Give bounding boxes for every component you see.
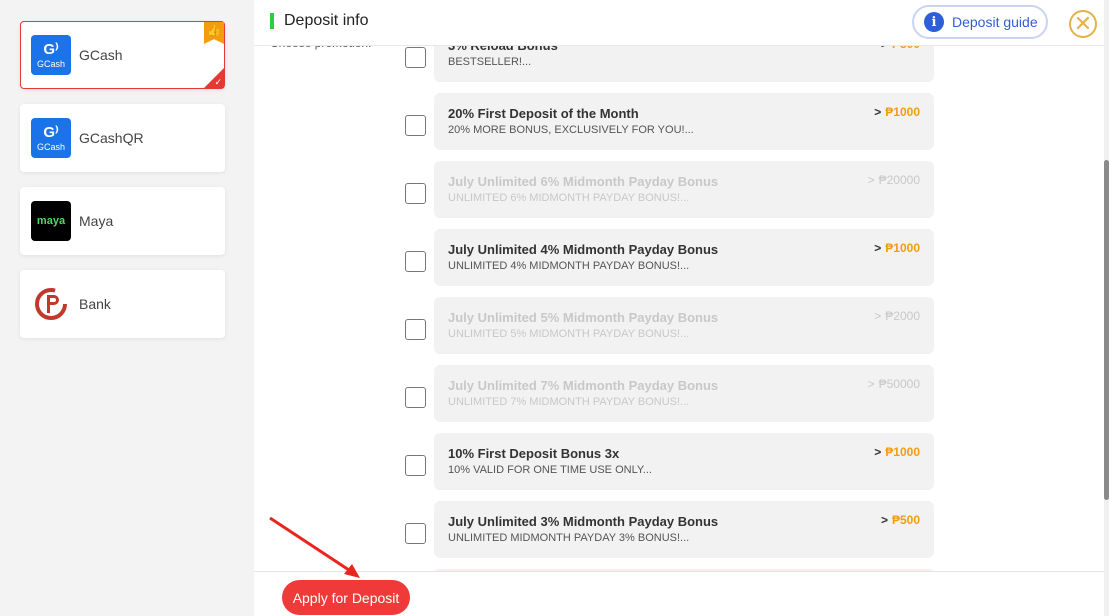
promo-subtitle: 10% VALID FOR ONE TIME USE ONLY... [448, 464, 652, 476]
scrollbar-thumb[interactable] [1104, 160, 1109, 500]
promo-subtitle: UNLIMITED 7% MIDMONTH PAYDAY BONUS!... [448, 396, 690, 408]
promo-subtitle: UNLIMITED 4% MIDMONTH PAYDAY BONUS!... [448, 260, 690, 272]
promo-min-amount: > ₱2000 [874, 309, 920, 323]
promo-checkbox[interactable] [405, 523, 426, 544]
bank-logo-icon [31, 284, 71, 324]
promo-subtitle: 20% MORE BONUS, EXCLUSIVELY FOR YOU!... [448, 124, 694, 136]
scrollbar[interactable] [1104, 0, 1109, 616]
promo-card[interactable]: July Unlimited 5% Midmonth Payday Bonus … [434, 297, 934, 354]
promo-card[interactable]: July Unlimited 7% Midmonth Payday Bonus … [434, 365, 934, 422]
payment-method-gcashqr[interactable]: G⁾ GCash GCashQR [20, 104, 225, 172]
payment-method-list: G⁾ GCash GCash 👍 ✓ G⁾ GCash GCashQR maya M… [0, 0, 254, 616]
promo-card[interactable]: 10% First Deposit Bonus 3x 10% VALID FOR… [434, 433, 934, 490]
promo-checkbox[interactable] [405, 455, 426, 476]
info-icon: i [924, 12, 944, 32]
gcash-logo-icon: G⁾ GCash [31, 118, 71, 158]
promo-checkbox[interactable] [405, 387, 426, 408]
payment-method-label: GCashQR [79, 130, 144, 146]
promo-title: July Unlimited 5% Midmonth Payday Bonus [448, 310, 719, 325]
promo-card[interactable]: 20% First Deposit of the Month 20% MORE … [434, 93, 934, 150]
payment-method-label: GCash [79, 47, 123, 63]
thumbs-up-icon: 👍 [204, 22, 224, 44]
maya-logo-icon: maya [31, 201, 71, 241]
header-accent-bar [270, 13, 274, 29]
payment-method-gcash[interactable]: G⁾ GCash GCash 👍 ✓ [20, 21, 225, 89]
promo-checkbox[interactable] [405, 115, 426, 136]
promo-title: July Unlimited 6% Midmonth Payday Bonus [448, 174, 719, 189]
promo-title: 10% First Deposit Bonus 3x [448, 446, 620, 461]
promo-title: July Unlimited 3% Midmonth Payday Bonus [448, 514, 719, 529]
promo-min-amount: > ₱20000 [867, 173, 920, 187]
promotion-list: Choose promotion: 3% Reload Bonus BESTSE… [254, 0, 1104, 571]
promo-min-amount: > ₱1000 [874, 445, 920, 459]
promo-subtitle: UNLIMITED MIDMONTH PAYDAY 3% BONUS!... [448, 532, 690, 544]
promo-min-amount: > ₱50000 [867, 377, 920, 391]
promo-min-amount: >₱500 [880, 513, 920, 527]
close-icon[interactable]: ✕ [1069, 10, 1097, 38]
panel-header: Deposit info i Deposit guide ✕ [254, 0, 1104, 46]
promo-min-amount: > ₱1000 [874, 105, 920, 119]
checkmark-icon: ✓ [214, 77, 222, 87]
promo-title: July Unlimited 7% Midmonth Payday Bonus [448, 378, 719, 393]
promo-title: July Unlimited 4% Midmonth Payday Bonus [448, 242, 719, 257]
promo-subtitle: BESTSELLER!... [448, 56, 532, 68]
page-title: Deposit info [284, 12, 369, 29]
promo-checkbox[interactable] [405, 183, 426, 204]
promo-subtitle: UNLIMITED 6% MIDMONTH PAYDAY BONUS!... [448, 192, 690, 204]
promo-min-amount: > ₱1000 [874, 241, 920, 255]
apply-for-deposit-button[interactable]: Apply for Deposit [282, 580, 410, 615]
promo-checkbox[interactable] [405, 251, 426, 272]
payment-method-bank[interactable]: Bank [20, 270, 225, 338]
promo-subtitle: UNLIMITED 5% MIDMONTH PAYDAY BONUS!... [448, 328, 690, 340]
payment-method-label: Maya [79, 213, 114, 229]
promo-card[interactable]: July Unlimited 6% Midmonth Payday Bonus … [434, 161, 934, 218]
payment-method-label: Bank [79, 296, 111, 312]
panel-footer: Apply for Deposit [254, 571, 1104, 616]
promo-checkbox[interactable] [405, 47, 426, 68]
promo-checkbox[interactable] [405, 319, 426, 340]
gcash-logo-icon: G⁾ GCash [31, 35, 71, 75]
promo-card[interactable]: July Unlimited 4% Midmonth Payday Bonus … [434, 229, 934, 286]
promo-card[interactable]: July Unlimited 3% Midmonth Payday Bonus … [434, 501, 934, 558]
deposit-panel: Choose promotion: 3% Reload Bonus BESTSE… [254, 0, 1109, 616]
promo-title: 20% First Deposit of the Month [448, 106, 639, 121]
deposit-guide-label: Deposit guide [952, 14, 1038, 30]
deposit-guide-button[interactable]: i Deposit guide [912, 5, 1048, 39]
payment-method-maya[interactable]: maya Maya [20, 187, 225, 255]
